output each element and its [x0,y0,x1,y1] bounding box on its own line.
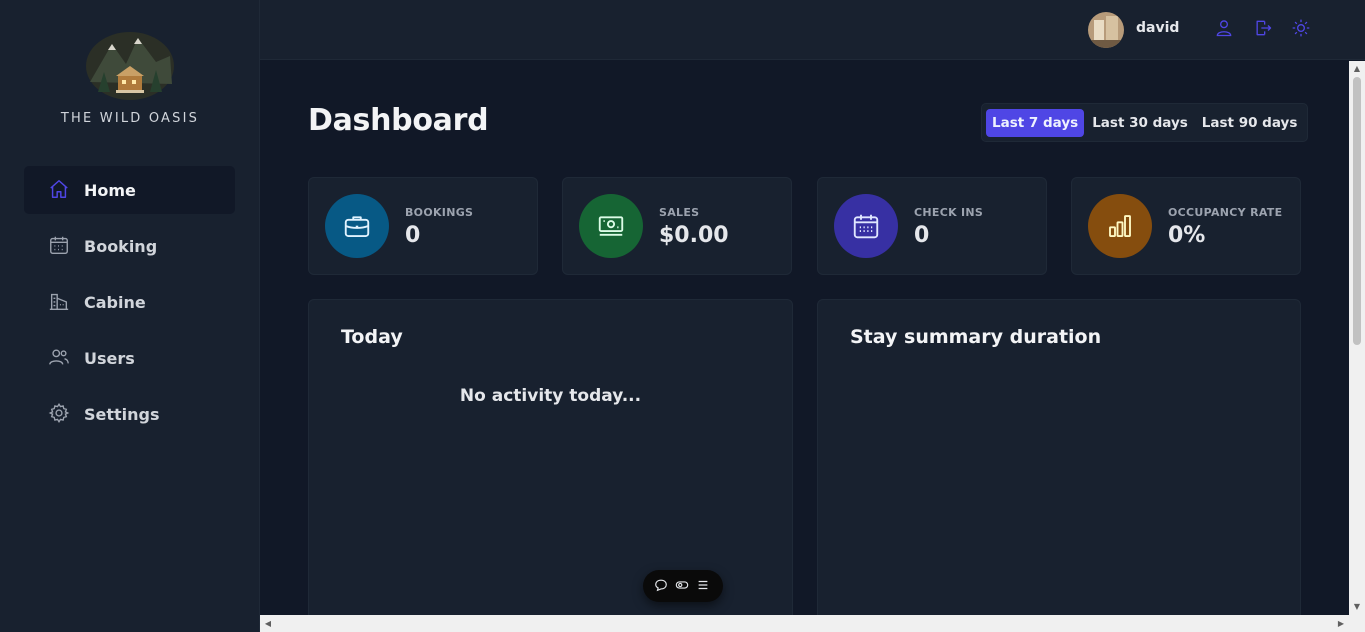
sidebar-item-users[interactable]: Users [24,334,235,382]
stat-check-ins: CHECK INS 0 [817,177,1047,275]
stay-summary-panel: Stay summary duration [817,299,1301,629]
floating-toolbar [643,570,723,602]
panel-title: Today [341,326,403,348]
top-header: david [260,0,1365,60]
theme-toggle-button[interactable] [1289,18,1313,42]
toggle-icon[interactable] [675,578,691,594]
sidebar-item-home[interactable]: Home [24,166,235,214]
stat-label: OCCUPANCY RATE [1168,206,1283,219]
scroll-thumb[interactable] [1353,77,1361,345]
scroll-left-icon[interactable]: ◀ [260,615,276,632]
cabin-icon [48,290,72,314]
main-content: Dashboard Last 7 days Last 30 days Last … [260,61,1349,629]
logout-button[interactable] [1251,18,1275,42]
sidebar-item-settings[interactable]: Settings [24,390,235,438]
stat-occupancy-rate: OCCUPANCY RATE 0% [1071,177,1301,275]
stat-sales: SALES $0.00 [562,177,792,275]
scroll-up-icon[interactable]: ▲ [1349,61,1365,77]
stat-label: SALES [659,206,700,219]
stat-label: CHECK INS [914,206,984,219]
scroll-down-icon[interactable]: ▼ [1349,599,1365,615]
horizontal-scrollbar[interactable]: ◀ ▶ [260,615,1349,632]
logout-icon [1253,18,1273,42]
logo [86,28,174,100]
stat-label: BOOKINGS [405,206,474,219]
page-title: Dashboard [308,103,489,138]
users-icon [48,346,72,370]
stat-value: 0 [914,223,930,248]
stat-bookings: BOOKINGS 0 [308,177,538,275]
stat-value: $0.00 [659,223,729,248]
sidebar-item-cabine[interactable]: Cabine [24,278,235,326]
sidebar: THE WILD OASIS Home Booking Cabine Users [0,0,260,632]
sidebar-item-booking[interactable]: Booking [24,222,235,270]
sun-icon [1291,18,1311,42]
sidebar-item-label: Cabine [84,292,146,312]
vertical-scrollbar[interactable]: ▲ ▼ [1349,61,1365,615]
sidebar-item-label: Home [84,180,136,200]
chart-bar-icon [1088,194,1152,258]
sidebar-nav: Home Booking Cabine Users Settings [24,166,235,446]
account-button[interactable] [1212,18,1236,42]
empty-activity-message: No activity today... [459,386,642,406]
filter-last-7-days[interactable]: Last 7 days [986,108,1085,137]
stat-value: 0 [405,223,421,248]
calendar-icon [48,234,72,258]
user-icon [1214,18,1234,42]
filter-last-90-days[interactable]: Last 90 days [1196,109,1304,137]
stat-value: 0% [1168,223,1206,248]
panel-title: Stay summary duration [850,326,1102,348]
menu-icon[interactable] [696,578,712,594]
home-icon [48,178,72,202]
briefcase-icon [325,194,389,258]
gear-icon [48,402,72,426]
brand-name: THE WILD OASIS [60,111,200,126]
sidebar-item-label: Booking [84,236,158,256]
avatar[interactable] [1088,12,1124,48]
sidebar-item-label: Settings [84,404,160,424]
username: david [1136,20,1180,36]
date-filter: Last 7 days Last 30 days Last 90 days [981,103,1309,142]
scroll-right-icon[interactable]: ▶ [1333,615,1349,632]
filter-last-30-days[interactable]: Last 30 days [1086,109,1194,137]
scrollbar-corner [1349,615,1365,632]
sidebar-item-label: Users [84,348,135,368]
chat-icon[interactable] [654,578,670,594]
banknotes-icon [579,194,643,258]
calendar-days-icon [834,194,898,258]
